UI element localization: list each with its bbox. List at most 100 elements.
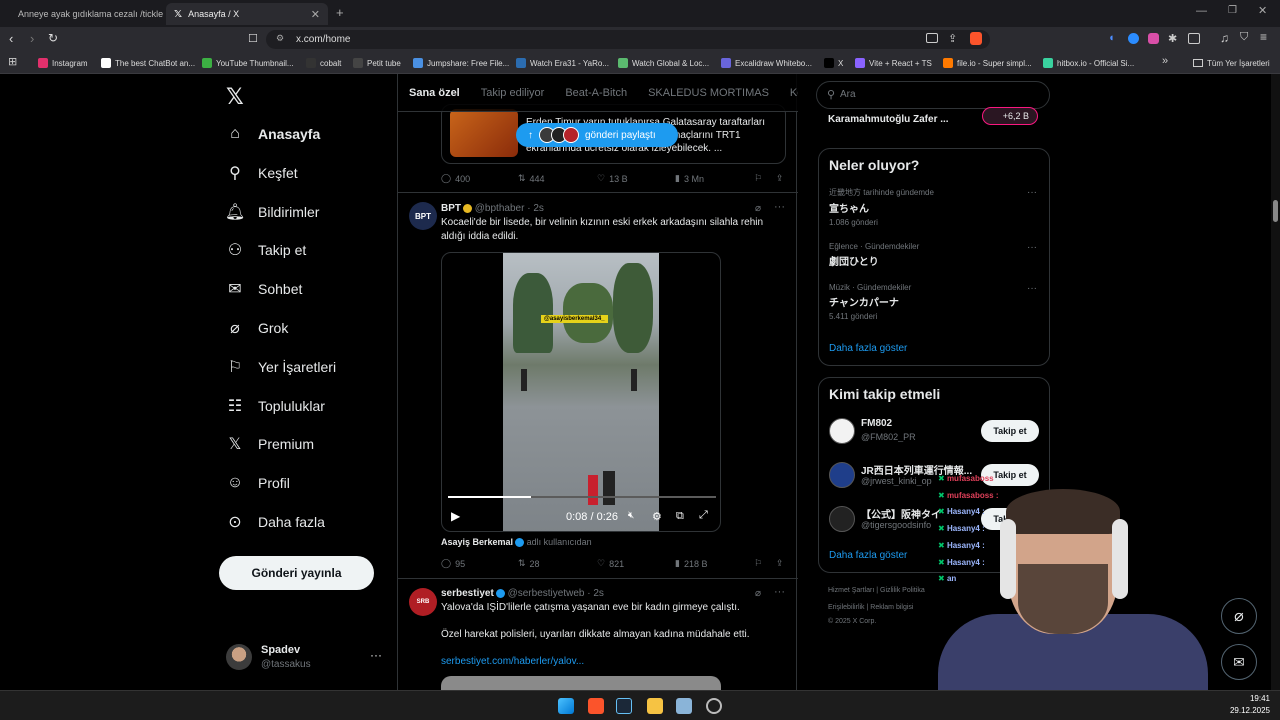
new-tab-button[interactable]: +	[336, 5, 344, 20]
avatar[interactable]: SRB	[409, 588, 437, 616]
obs-icon[interactable]	[706, 698, 722, 714]
reload-icon[interactable]: ↻	[48, 31, 58, 45]
nav-item-bookmark[interactable]: ⚐ Yer İşaretleri	[226, 353, 336, 381]
more-dots-icon[interactable]: ···	[774, 586, 785, 598]
repost-button[interactable]: ⇅ 444	[518, 173, 545, 184]
bookmark-item[interactable]: Watch Era31 - YaRo...	[516, 56, 609, 70]
minimize-button[interactable]: —	[1196, 5, 1207, 17]
extensions-icon[interactable]: ✱	[1168, 32, 1177, 45]
new-posts-pill[interactable]: ↑ gönderi paylaştı	[516, 123, 678, 147]
bookmark-item[interactable]: hitbox.io - Official Si...	[1043, 56, 1134, 70]
tab-list-2[interactable]: SKALEDUS MORTIMAS	[648, 87, 769, 99]
nav-item-communities[interactable]: ☷ Topluluklar	[226, 392, 325, 420]
bookmark-item[interactable]: X	[824, 56, 843, 70]
video-player[interactable]: @asayisberkemal34_ ▶ 0:08 / 0:26 🔇︎ ⚙ ⧉ …	[441, 252, 721, 532]
more-dots-icon[interactable]: ···	[1027, 187, 1037, 198]
play-icon[interactable]: ▶	[451, 509, 460, 523]
back-icon[interactable]: ‹	[9, 31, 13, 46]
account-switcher[interactable]: Spadev @tassakus ···	[226, 642, 386, 676]
nav-item-grok[interactable]: ⌀ Grok	[226, 314, 288, 342]
pip-icon[interactable]: ⧉	[676, 510, 684, 523]
url-input[interactable]: ⚙ x.com/home	[266, 30, 990, 49]
like-button[interactable]: ♡ 821	[597, 558, 624, 569]
nav-item-bell[interactable]: 🔔︎ Bildirimler	[225, 198, 320, 226]
more-bookmarks-icon[interactable]: »	[1162, 55, 1168, 67]
post-button[interactable]: Gönderi yayınla	[219, 556, 374, 590]
fullscreen-icon[interactable]: ⤢	[699, 509, 708, 522]
settings-icon[interactable]: ⚙	[652, 510, 662, 523]
tab-following[interactable]: Takip ediliyor	[481, 87, 545, 99]
cast-icon[interactable]	[926, 33, 938, 43]
bookmark-item[interactable]: The best ChatBot an...	[101, 56, 195, 70]
bookmark-item[interactable]: cobalt	[306, 56, 341, 70]
share-icon[interactable]: ⇪	[776, 173, 784, 184]
grok-floating-button[interactable]: ⌀	[1221, 598, 1257, 634]
close-window-button[interactable]: ✕	[1258, 4, 1267, 17]
nav-item-home[interactable]: ⌂ Anasayfa	[226, 120, 320, 148]
repost-button[interactable]: ⇅ 28	[518, 558, 540, 569]
bookmark-item[interactable]: YouTube Thumbnail...	[202, 56, 294, 70]
maximize-button[interactable]: ❐	[1228, 5, 1237, 16]
wallet-icon[interactable]: ⛉	[1240, 31, 1248, 44]
all-bookmarks-folder[interactable]: Tüm Yer İşaretleri	[1193, 56, 1270, 70]
grok-icon[interactable]: ⌀	[755, 203, 761, 214]
grok-icon[interactable]: ⌀	[755, 588, 761, 599]
tab-list-3[interactable]: Kend	[790, 87, 798, 99]
x-logo-icon[interactable]: 𝕏	[226, 84, 244, 110]
video-progress-track[interactable]	[448, 496, 716, 498]
clock-date[interactable]: 29.12.2025	[1214, 706, 1270, 715]
tab-for-you[interactable]: Sana özel	[409, 87, 460, 99]
trends-show-more[interactable]: Daha fazla göster	[829, 343, 907, 354]
like-button[interactable]: ♡ 13 B	[597, 173, 628, 184]
bookmark-item[interactable]: Petit tube	[353, 56, 401, 70]
bookmark-icon[interactable]: ⚐	[754, 558, 762, 569]
search-input[interactable]: ⚲ Ara	[816, 81, 1050, 109]
tab-x-home[interactable]: 𝕏 Anasayfa / X ✕	[166, 3, 328, 25]
nav-item-more[interactable]: ⊙ Daha fazla	[226, 508, 325, 536]
brave-shield-icon[interactable]	[970, 32, 982, 45]
apps-grid-icon[interactable]: ⊞	[8, 55, 17, 68]
steam-icon[interactable]	[616, 698, 632, 714]
close-tab-icon[interactable]: ✕	[311, 8, 320, 21]
share-icon[interactable]: ⇪	[948, 32, 957, 45]
more-dots-icon[interactable]: ···	[1027, 283, 1037, 294]
messages-floating-button[interactable]: ✉	[1221, 644, 1257, 680]
author-handle[interactable]: @bpthaber	[475, 203, 525, 214]
nav-item-search[interactable]: ⚲ Keşfet	[226, 159, 298, 187]
bookmark-item[interactable]: Jumpshare: Free File...	[413, 56, 509, 70]
tab-list-1[interactable]: Beat-A-Bitch	[565, 87, 627, 99]
share-icon[interactable]: ⇪	[776, 558, 784, 569]
post-time[interactable]: 2s	[533, 203, 544, 214]
speaker-icon[interactable]: ◖	[1108, 32, 1115, 44]
menu-icon[interactable]: ≡	[1260, 30, 1267, 44]
site-info-icon[interactable]: ⚙	[276, 33, 284, 44]
bookmark-item[interactable]: Vite + React + TS	[855, 56, 932, 70]
monitor-app-icon[interactable]	[676, 698, 692, 714]
trend-item[interactable]: Müzik · Gündemdekiler チャンカパーナ 5.411 gönder…	[829, 283, 1041, 331]
file-explorer-icon[interactable]	[647, 698, 663, 714]
mute-icon[interactable]: 🔇︎	[628, 510, 634, 521]
follow-button[interactable]: Takip et	[981, 420, 1039, 442]
bookmark-icon[interactable]: ⚐	[754, 173, 762, 184]
music-icon[interactable]: ♫	[1220, 31, 1229, 45]
nav-item-x[interactable]: 𝕏 Premium	[226, 430, 314, 458]
more-dots-icon[interactable]: ···	[774, 201, 785, 213]
views-button[interactable]: ▮ 218 B	[675, 558, 707, 569]
scrollbar-thumb[interactable]	[1273, 200, 1278, 222]
suggested-account[interactable]: FM802 @FM802_PR Takip et	[829, 416, 1041, 446]
post-link[interactable]: serbestiyet.com/haberler/yalov...	[441, 656, 584, 667]
more-dots-icon[interactable]: ···	[1027, 242, 1037, 253]
trend-item[interactable]: 近畿地方 tarihinde gündemde 宣ちゃん 1.086 gönderi…	[829, 187, 1041, 235]
reply-button[interactable]: ◯ 95	[441, 558, 465, 569]
start-icon[interactable]	[558, 698, 574, 714]
nav-item-profile[interactable]: ☺ Profil	[226, 469, 290, 497]
bookmark-item[interactable]: file.io - Super simpl...	[943, 56, 1032, 70]
extension-vpn-icon[interactable]	[1128, 33, 1139, 44]
post-time[interactable]: 2s	[593, 588, 604, 599]
bookmark-item[interactable]: Watch Global & Loc...	[618, 56, 709, 70]
author-handle[interactable]: @serbestiyetweb	[508, 588, 585, 599]
bookmark-page-icon[interactable]: ☐	[248, 32, 258, 45]
bookmark-item[interactable]: Instagram	[38, 56, 88, 70]
author-name[interactable]: serbestiyet	[441, 588, 494, 599]
bookmark-item[interactable]: Excalidraw Whitebo...	[721, 56, 812, 70]
